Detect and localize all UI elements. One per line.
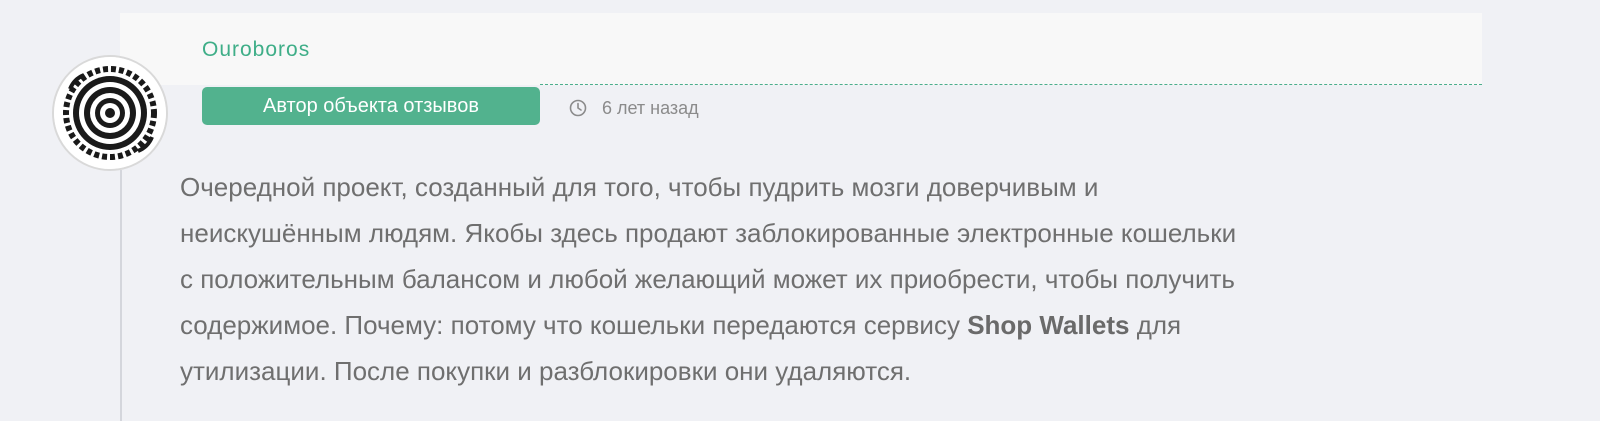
avatar[interactable]	[52, 55, 168, 171]
comment-line: содержимое. Почему: потому что кошельки …	[180, 302, 1480, 348]
time-ago: 6 лет назад	[602, 97, 699, 118]
comment-line: утилизации. После покупки и разблокировк…	[180, 356, 912, 386]
comment-body: Очередной проект, созданный для того, чт…	[180, 164, 1480, 394]
comment-meta: 6 лет назад	[568, 96, 699, 120]
comment-header-band	[120, 13, 1482, 85]
shop-wallets-bold: Shop Wallets	[967, 310, 1130, 340]
header-divider	[540, 84, 1482, 85]
comment-text-segment: содержимое. Почему: потому что кошельки …	[180, 310, 968, 340]
comment-page: Ouroboros Автор объекта отзывов 6 лет на…	[0, 0, 1600, 421]
author-badge: Автор объекта отзывов	[202, 87, 540, 125]
ouroboros-avatar-icon	[54, 57, 166, 169]
comment-line: неискушённым людям. Якобы здесь продают …	[180, 218, 1237, 248]
thread-line	[120, 170, 122, 421]
comment-line: с положительным балансом и любой желающи…	[180, 264, 1235, 294]
clock-icon	[569, 99, 587, 117]
author-name[interactable]: Ouroboros	[202, 38, 310, 62]
comment-line: Очередной проект, созданный для того, чт…	[180, 172, 1099, 202]
comment-text-segment: для	[1129, 310, 1182, 340]
